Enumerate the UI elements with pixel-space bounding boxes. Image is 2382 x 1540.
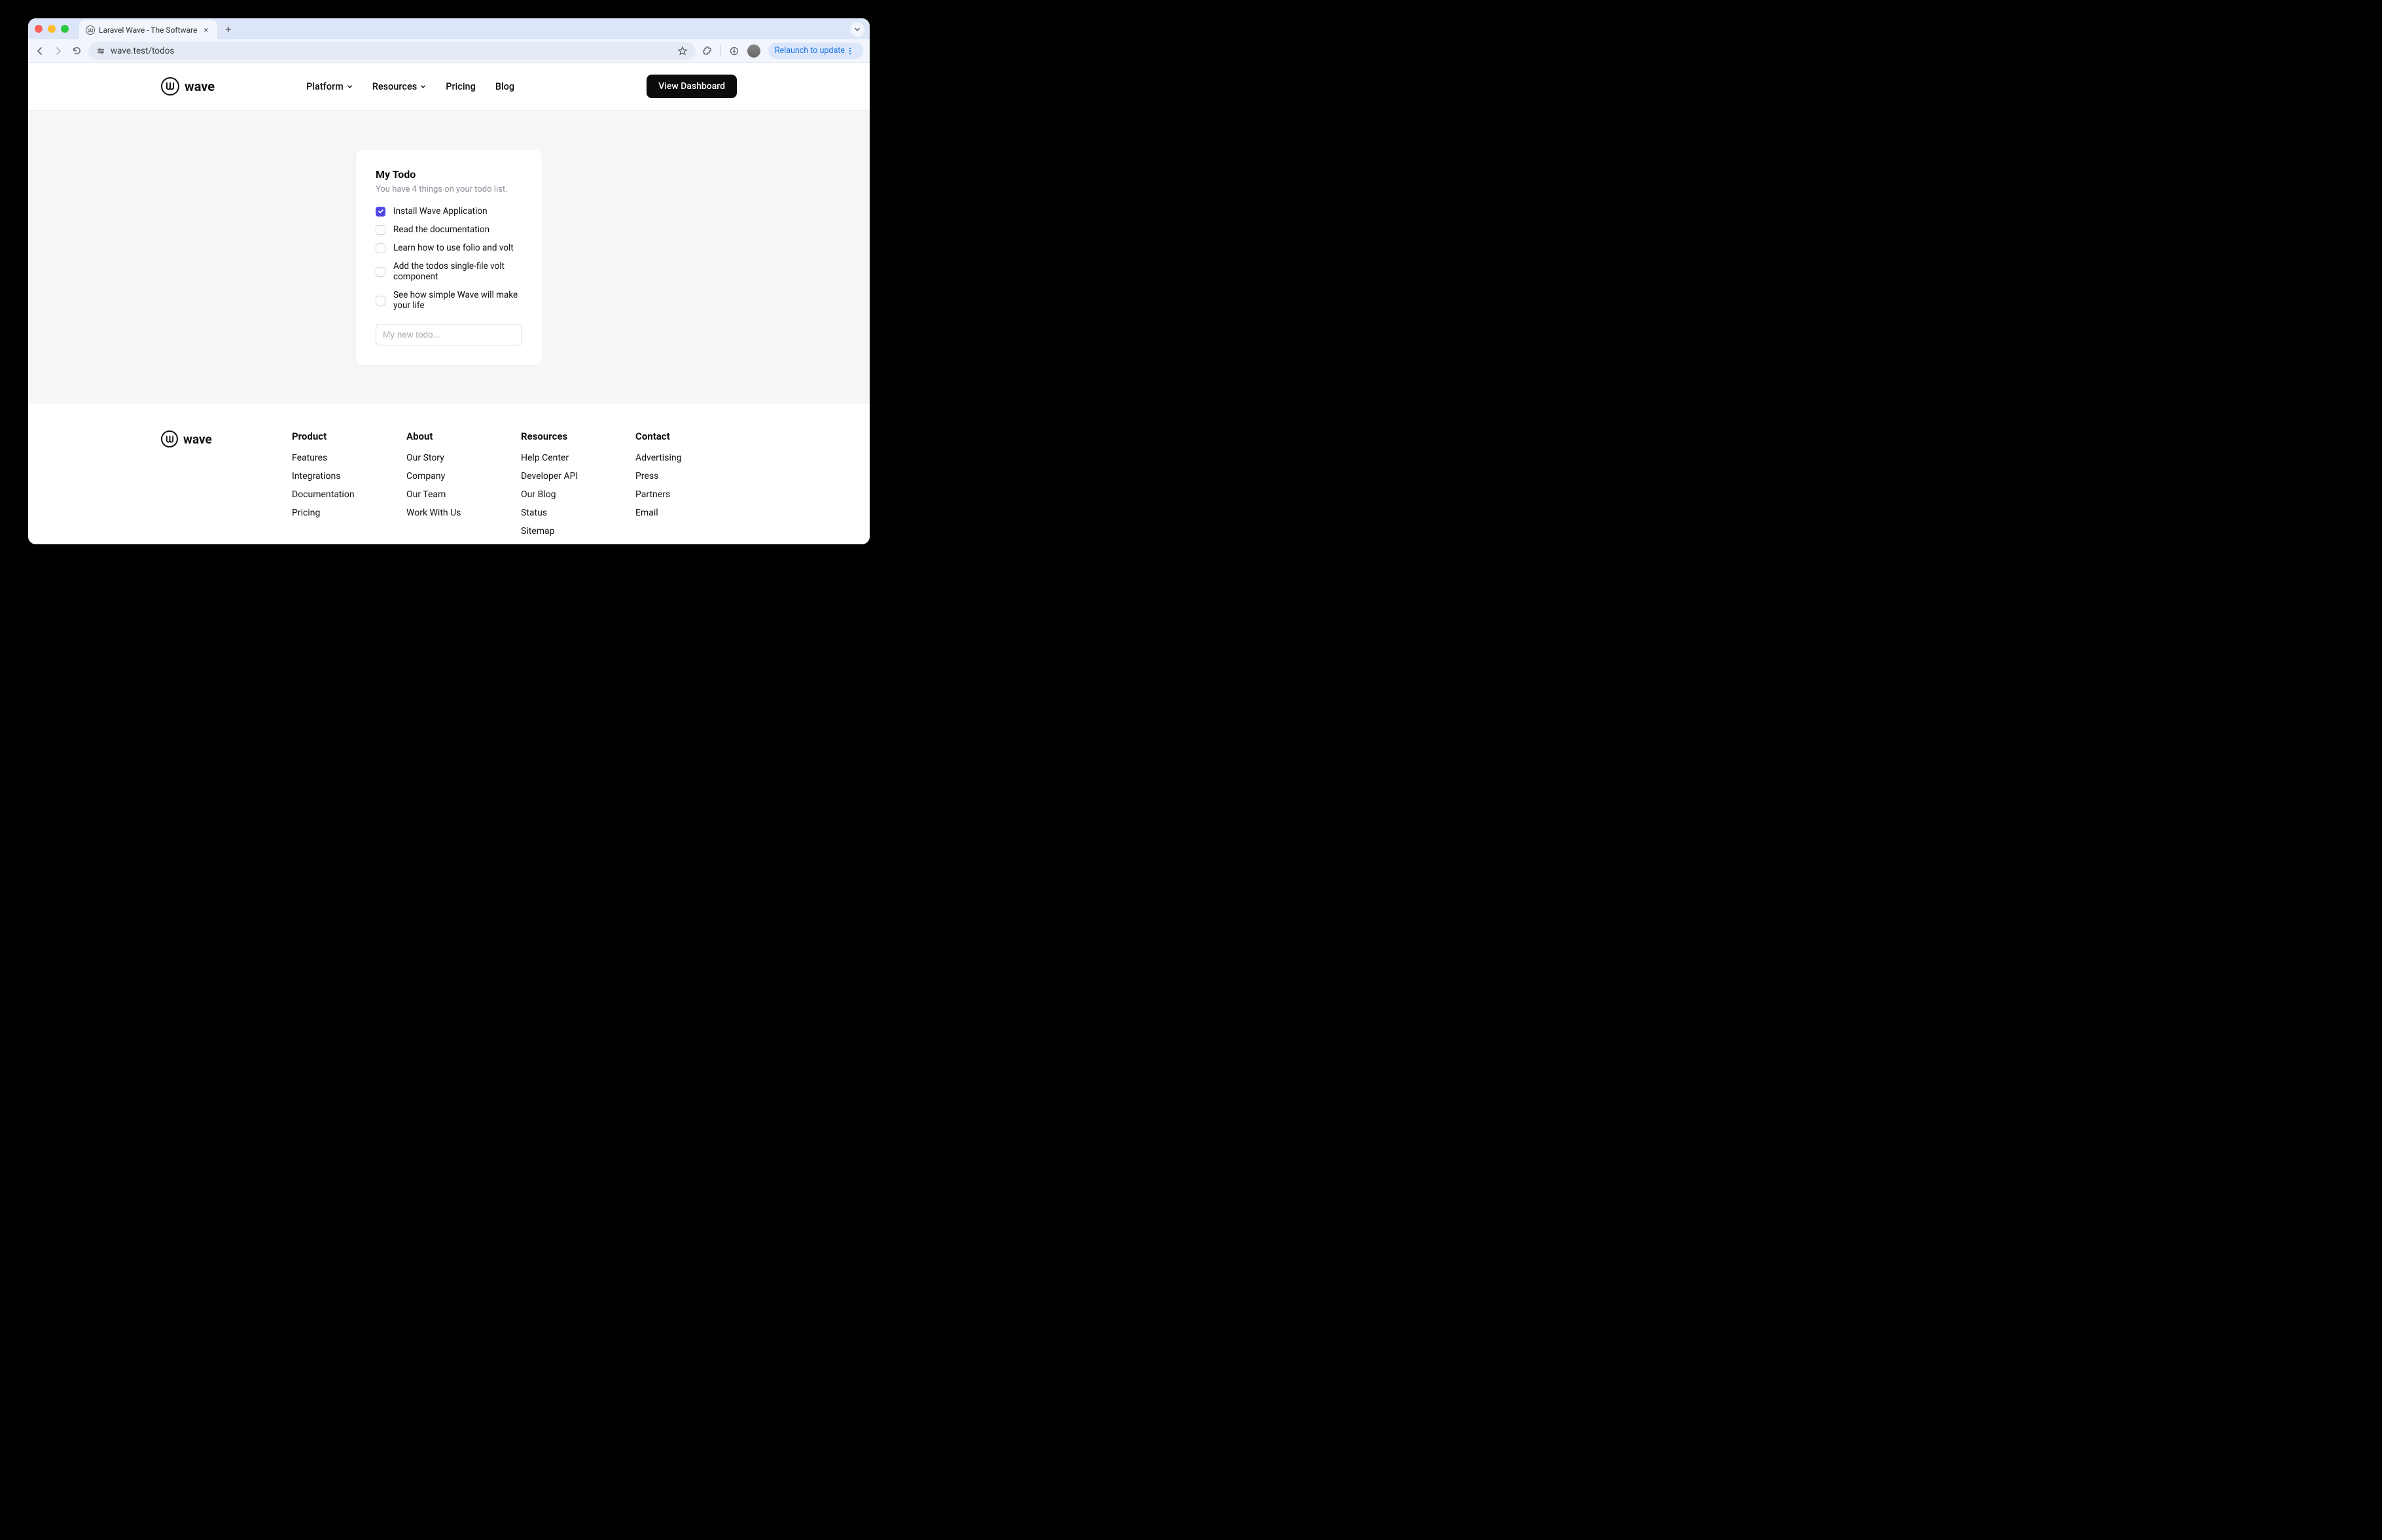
- reload-button[interactable]: [71, 46, 82, 56]
- todo-checkbox[interactable]: [376, 243, 385, 253]
- footer-logo[interactable]: wave: [161, 430, 279, 447]
- new-todo-input[interactable]: [376, 324, 522, 345]
- footer-link[interactable]: Pricing: [292, 508, 393, 518]
- footer-link[interactable]: Our Team: [406, 489, 508, 500]
- footer-link[interactable]: Partners: [635, 489, 737, 500]
- wave-logo-icon: [161, 430, 178, 447]
- todo-item: See how simple Wave will make your life: [376, 290, 522, 311]
- todo-label: See how simple Wave will make your life: [393, 290, 522, 311]
- site-logo[interactable]: wave: [161, 77, 215, 96]
- page-viewport[interactable]: wave Platform Resources: [28, 63, 870, 544]
- footer-column: About Our Story Company Our Team Work With U…: [406, 430, 508, 544]
- footer-heading: Resources: [521, 430, 622, 442]
- separator: [720, 45, 721, 57]
- site-footer: wave Product Features Integrations Document…: [28, 404, 870, 544]
- footer-heading: Product: [292, 430, 393, 442]
- footer-column: Resources Help Center Developer API Our Blo…: [521, 430, 622, 544]
- card-subtitle: You have 4 things on your todo list.: [376, 184, 522, 194]
- todo-item: Learn how to use folio and volt: [376, 243, 522, 253]
- nav-pricing[interactable]: Pricing: [446, 81, 476, 92]
- window-minimize-icon[interactable]: [48, 25, 56, 33]
- url-text: wave.test/todos: [111, 46, 672, 56]
- todo-checkbox[interactable]: [376, 225, 385, 235]
- footer-link[interactable]: Developer API: [521, 471, 622, 481]
- todo-checkbox[interactable]: [376, 207, 385, 217]
- address-bar[interactable]: wave.test/todos: [88, 42, 696, 60]
- nav-resources[interactable]: Resources: [372, 81, 426, 92]
- back-button[interactable]: [35, 46, 45, 56]
- footer-column: Contact Advertising Press Partners Email: [635, 430, 737, 544]
- footer-link[interactable]: Status: [521, 508, 622, 518]
- view-dashboard-button[interactable]: View Dashboard: [647, 75, 737, 98]
- chevron-down-icon: [420, 84, 426, 90]
- main-nav: Platform Resources Pricing: [306, 81, 514, 92]
- footer-link[interactable]: Advertising: [635, 453, 737, 463]
- todo-label: Install Wave Application: [393, 206, 488, 217]
- footer-link[interactable]: Email: [635, 508, 737, 518]
- site-header: wave Platform Resources: [28, 63, 870, 111]
- browser-window: Laravel Wave - The Software × + wave.tes…: [28, 18, 870, 544]
- profile-avatar[interactable]: [747, 44, 760, 58]
- new-tab-button[interactable]: +: [221, 23, 235, 35]
- footer-link[interactable]: Our Story: [406, 453, 508, 463]
- footer-link[interactable]: Documentation: [292, 489, 393, 500]
- extensions-icon[interactable]: [702, 46, 713, 56]
- browser-toolbar: wave.test/todos Relaunch to update: [28, 39, 870, 63]
- footer-link[interactable]: Integrations: [292, 471, 393, 481]
- relaunch-button[interactable]: Relaunch to update: [768, 43, 863, 59]
- tab-title: Laravel Wave - The Software: [99, 26, 197, 35]
- footer-link[interactable]: Features: [292, 453, 393, 463]
- nav-platform[interactable]: Platform: [306, 81, 353, 92]
- wave-favicon-icon: [86, 26, 95, 35]
- footer-brand: wave: [161, 430, 279, 544]
- todo-item: Add the todos single-file volt component: [376, 261, 522, 282]
- chevron-down-icon: [347, 84, 353, 90]
- footer-heading: About: [406, 430, 508, 442]
- todo-label: Add the todos single-file volt component: [393, 261, 522, 282]
- tab-bar: Laravel Wave - The Software × +: [28, 18, 870, 39]
- footer-column: Product Features Integrations Documentation…: [292, 430, 393, 544]
- page-main: My Todo You have 4 things on your todo l…: [28, 111, 870, 404]
- reading-mode-icon[interactable]: [729, 46, 739, 56]
- footer-link[interactable]: Press: [635, 471, 737, 481]
- card-title: My Todo: [376, 168, 522, 181]
- footer-link[interactable]: Our Blog: [521, 489, 622, 500]
- todo-checkbox[interactable]: [376, 267, 385, 277]
- wave-logo-icon: [161, 77, 179, 96]
- todo-list: Install Wave Application Read the documen…: [376, 206, 522, 311]
- traffic-lights: [35, 25, 75, 33]
- todo-item: Read the documentation: [376, 224, 522, 235]
- window-close-icon[interactable]: [35, 25, 43, 33]
- todo-label: Read the documentation: [393, 224, 489, 235]
- window-maximize-icon[interactable]: [61, 25, 69, 33]
- relaunch-label: Relaunch to update: [775, 46, 845, 56]
- forward-button[interactable]: [53, 46, 63, 56]
- footer-heading: Contact: [635, 430, 737, 442]
- footer-link[interactable]: Company: [406, 471, 508, 481]
- nav-blog[interactable]: Blog: [495, 81, 514, 92]
- site-settings-icon[interactable]: [96, 46, 105, 56]
- footer-link[interactable]: Sitemap: [521, 526, 622, 536]
- browser-tab[interactable]: Laravel Wave - The Software ×: [79, 20, 217, 40]
- todo-card: My Todo You have 4 things on your todo l…: [356, 150, 542, 365]
- tab-close-icon[interactable]: ×: [201, 26, 211, 35]
- brand-name: wave: [185, 79, 215, 94]
- star-icon[interactable]: [677, 46, 688, 56]
- todo-item: Install Wave Application: [376, 206, 522, 217]
- footer-link[interactable]: Help Center: [521, 453, 622, 463]
- todo-label: Learn how to use folio and volt: [393, 243, 514, 253]
- footer-link[interactable]: Work With Us: [406, 508, 508, 518]
- tab-menu-button[interactable]: [850, 22, 864, 37]
- todo-checkbox[interactable]: [376, 296, 385, 306]
